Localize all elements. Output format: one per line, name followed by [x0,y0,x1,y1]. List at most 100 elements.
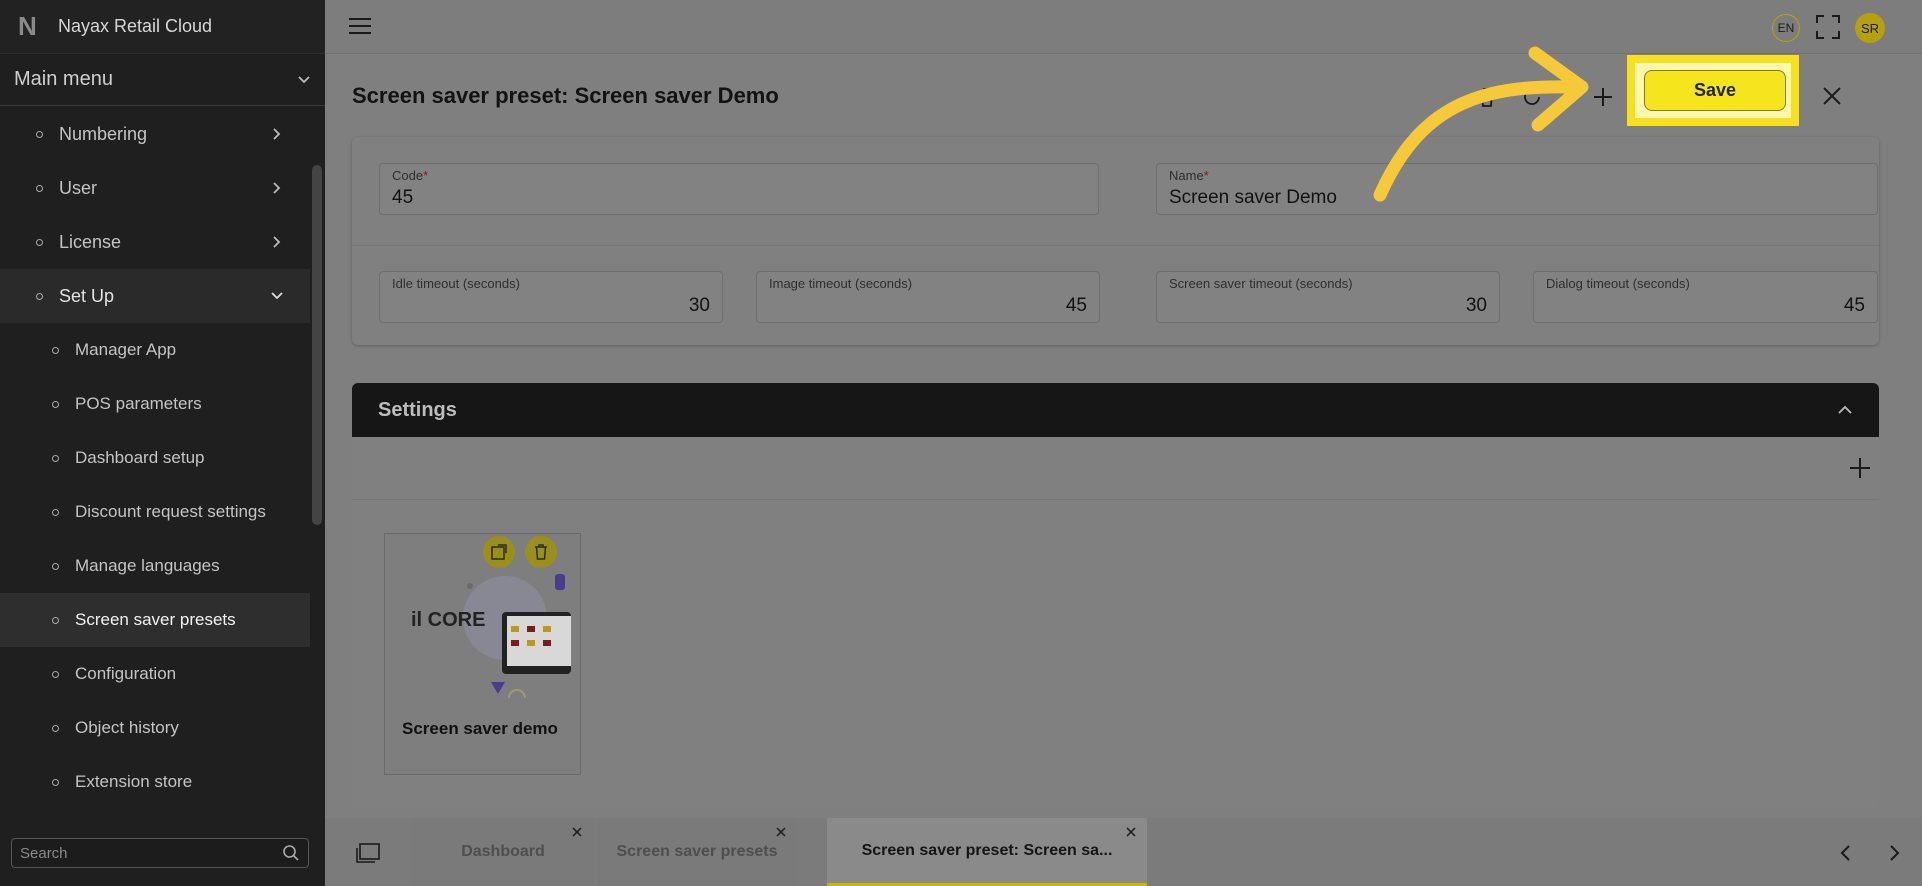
bullet-icon [36,184,43,192]
sidebar-item-configuration[interactable]: Configuration [0,647,310,701]
delete-icon[interactable] [1475,85,1499,109]
sidebar-item-discount-request-settings[interactable]: Discount request settings [0,485,310,539]
sidebar-scrollbar[interactable] [312,165,322,525]
name-label: Name [1169,168,1204,183]
screen-saver-timeout-label: Screen saver timeout (seconds) [1169,276,1353,291]
hamburger-menu-icon[interactable] [349,18,371,36]
chevron-up-icon[interactable] [1837,402,1853,418]
required-mark: * [423,168,429,183]
required-mark: * [1203,168,1209,183]
bullet-icon [36,238,43,246]
bullet-icon [52,454,59,462]
tab-label: Screen saver preset: Screen sa... [861,841,1113,859]
sidebar-item-screen-saver-presets[interactable]: Screen saver presets [0,593,310,647]
screen-saver-timeout-field[interactable]: Screen saver timeout (seconds) 30 [1156,271,1500,323]
chevron-right-icon [273,182,281,194]
sidebar-item-object-history[interactable]: Object history [0,701,310,755]
idle-timeout-label: Idle timeout (seconds) [392,276,520,291]
main-content: Screen saver preset: Screen saver Demo S… [325,55,1905,820]
code-field[interactable]: Code* 45 [379,163,1099,215]
settings-title: Settings [378,398,457,421]
dialog-timeout-label: Dialog timeout (seconds) [1546,276,1690,291]
main-menu-label: Main menu [14,68,113,90]
windows-icon[interactable] [355,842,381,864]
sidebar-item-pos-parameters[interactable]: POS parameters [0,377,310,431]
screen-saver-timeout-value: 30 [1465,295,1487,316]
trash-icon [535,544,547,560]
bullet-icon [52,400,59,408]
sidebar-search [11,838,309,868]
delete-image-button[interactable] [525,536,557,568]
idle-timeout-field[interactable]: Idle timeout (seconds) 30 [379,271,723,323]
close-tab-icon[interactable] [1125,826,1137,838]
language-selector[interactable]: EN [1772,14,1800,42]
open-image-button[interactable] [483,536,515,568]
bullet-icon [52,616,59,624]
image-timeout-value: 45 [1065,295,1087,316]
tab-label: Dashboard [461,843,545,860]
bullet-icon [36,292,43,300]
settings-divider [352,499,1879,500]
fullscreen-icon[interactable] [1815,14,1841,40]
user-avatar[interactable]: SR [1855,13,1885,43]
card-divider [352,245,1879,246]
settings-section-header[interactable]: Settings [352,383,1879,437]
bullet-icon [36,130,43,138]
sidebar-item-label: Screen saver presets [75,610,236,629]
sidebar-item-set-up[interactable]: Set Up [0,269,310,323]
sidebar-item-label: Manage languages [75,556,220,575]
dialog-timeout-field[interactable]: Dialog timeout (seconds) 45 [1533,271,1878,323]
code-label: Code [392,168,424,183]
close-tab-icon[interactable] [571,826,583,838]
sidebar-item-label: Numbering [59,123,148,144]
bullet-icon [52,778,59,786]
chevron-down-icon [298,75,310,83]
refresh-icon[interactable] [1520,85,1544,109]
preset-card[interactable]: il CORE Screen saver demo [384,533,581,775]
close-tab-icon[interactable] [775,826,787,838]
add-preset-icon[interactable] [1847,455,1873,481]
search-icon[interactable] [282,844,300,862]
close-icon[interactable] [1821,85,1843,107]
sidebar-item-manager-app[interactable]: Manager App [0,323,310,377]
bullet-icon [52,562,59,570]
bottom-tab-bar: Dashboard Screen saver presets Screen sa… [325,818,1922,886]
tab-dashboard[interactable]: Dashboard [413,818,593,886]
sidebar-item-numbering[interactable]: Numbering [0,107,310,161]
open-image-icon [491,544,507,560]
bullet-icon [52,346,59,354]
sidebar-item-user[interactable]: User [0,161,310,215]
sidebar: N Nayax Retail Cloud Main menu Numbering… [0,0,325,886]
bullet-icon [52,670,59,678]
name-field[interactable]: Name* Screen saver Demo [1156,163,1878,215]
save-button[interactable]: Save [1644,70,1786,111]
brand-header: N Nayax Retail Cloud [0,0,325,54]
tab-screen-saver-presets[interactable]: Screen saver presets [597,818,797,886]
image-timeout-field[interactable]: Image timeout (seconds) 45 [756,271,1100,323]
chevron-right-icon [273,236,281,248]
idle-timeout-value: 30 [688,295,710,316]
sidebar-item-license[interactable]: License [0,215,310,269]
tab-navigation [1835,842,1905,864]
add-icon[interactable] [1591,85,1615,109]
image-timeout-label: Image timeout (seconds) [769,276,913,291]
chevron-down-icon [271,292,283,300]
chevron-left-icon[interactable] [1835,842,1857,864]
sidebar-item-dashboard-setup[interactable]: Dashboard setup [0,431,310,485]
sidebar-item-label: Discount request settings [75,502,266,521]
main-menu-toggle[interactable]: Main menu [0,54,325,106]
sidebar-menu-list: Numbering User License Set Up Manager Ap… [0,107,310,807]
tab-screen-saver-preset[interactable]: Screen saver preset: Screen sa... [827,818,1147,886]
page-title: Screen saver preset: Screen saver Demo [352,83,779,108]
bullet-icon [52,724,59,732]
sidebar-item-manage-languages[interactable]: Manage languages [0,539,310,593]
sidebar-item-label: License [59,231,122,252]
sidebar-item-extension-store[interactable]: Extension store [0,755,310,807]
chevron-right-icon [273,128,281,140]
sidebar-item-label: Extension store [75,772,193,791]
code-value: 45 [392,187,414,208]
app-title: Nayax Retail Cloud [58,16,213,36]
sidebar-search-input[interactable] [20,844,260,862]
chevron-right-icon[interactable] [1883,842,1905,864]
sidebar-item-label: Configuration [75,664,177,683]
